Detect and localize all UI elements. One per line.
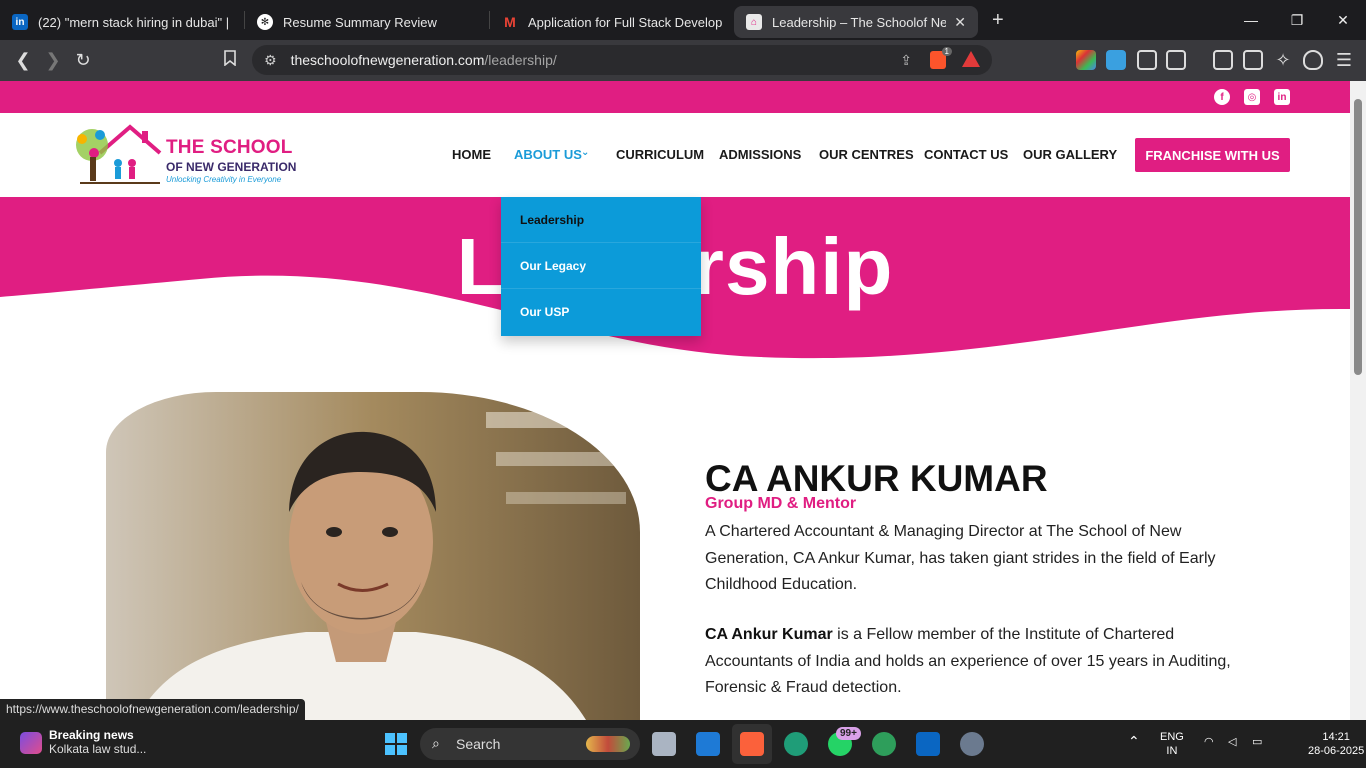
tab-title: Resume Summary Review [283, 14, 437, 30]
task-view-icon[interactable] [652, 732, 676, 756]
close-icon[interactable]: ✕ [954, 14, 966, 31]
about-us-dropdown: Leadership Our Legacy Our USP [501, 197, 701, 336]
scrollbar-thumb[interactable] [1354, 99, 1362, 375]
search-label: Search [456, 736, 501, 752]
gmail-icon: M [504, 14, 516, 30]
logo-tagline: Unlocking Creativity in Everyone [166, 175, 282, 184]
house-tree-logo-icon [76, 124, 162, 184]
nav-about-us[interactable]: ABOUT US [514, 147, 582, 162]
language-indicator[interactable]: ENG IN [1160, 730, 1184, 758]
edge-icon[interactable] [784, 732, 808, 756]
back-button[interactable]: ❮ [8, 50, 38, 71]
search-icon: ⌕ [432, 735, 440, 751]
url-path: /leadership/ [484, 52, 557, 68]
chatgpt-icon: ✻ [257, 14, 273, 30]
extension-printer-icon[interactable] [1106, 50, 1126, 70]
close-window-button[interactable]: ✕ [1320, 0, 1366, 40]
share-icon[interactable]: ⇪ [900, 52, 912, 69]
volume-icon[interactable]: ◁ [1228, 735, 1236, 749]
logo-line2: OF NEW GENERATION [166, 160, 297, 174]
leader-role: Group MD & Mentor [705, 495, 857, 512]
wallet-icon[interactable] [1243, 50, 1263, 70]
status-url: https://www.theschoolofnewgeneration.com… [0, 699, 305, 720]
restore-button[interactable]: ❐ [1274, 0, 1320, 40]
dropdown-item-our-legacy[interactable]: Our Legacy [501, 243, 701, 289]
taskbar-search[interactable]: ⌕ Search [420, 728, 640, 760]
facebook-icon[interactable]: f [1214, 89, 1230, 105]
leader-name: CA ANKUR KUMAR [705, 458, 1048, 499]
leader-bio-2-bold: CA Ankur Kumar [705, 626, 833, 643]
url-host: theschoolofnewgeneration.com [290, 52, 485, 68]
windows-taskbar: Breaking news Kolkata law stud... ⌕ Sear… [0, 720, 1366, 768]
tab-title: Application for Full Stack Developer ( [528, 14, 722, 30]
clock-date: 28-06-2025 [1308, 745, 1365, 757]
logo-line1: THE SCHOOL [166, 137, 293, 158]
shield-count-badge: 1 [941, 47, 952, 56]
nav-admissions[interactable]: ADMISSIONS [719, 147, 801, 162]
tab-title: Leadership – The Schoolof New G [772, 14, 947, 30]
mongodb-icon[interactable] [872, 732, 896, 756]
vscode-icon[interactable] [696, 732, 720, 756]
page-scrollbar[interactable] [1350, 81, 1366, 720]
reload-button[interactable]: ↻ [68, 50, 98, 71]
nav-home[interactable]: HOME [452, 147, 491, 162]
lang-line1: ENG [1160, 731, 1184, 743]
social-strip: f ◎ in [0, 81, 1350, 113]
menu-icon[interactable]: ☰ [1334, 50, 1354, 70]
dropdown-item-leadership[interactable]: Leadership [501, 197, 701, 243]
chevron-down-icon: ⌄ [581, 147, 590, 158]
sidebar-icon[interactable] [1213, 50, 1233, 70]
nav-contact-us[interactable]: CONTACT US [924, 147, 1008, 162]
linkedin-app-icon[interactable] [916, 732, 940, 756]
news-title: Breaking news [49, 728, 134, 742]
site-icon: ⌂ [746, 14, 762, 30]
browser-tab-bar: in (22) "mern stack hiring in dubai" | S… [0, 0, 1366, 40]
site-info-icon[interactable]: ⚙ [264, 52, 277, 69]
settings-icon[interactable] [960, 732, 984, 756]
leo-ai-icon[interactable]: ✧ [1273, 50, 1293, 70]
news-icon [20, 732, 42, 754]
site-logo[interactable]: THE SCHOOL OF NEW GENERATION Unlocking C… [70, 123, 300, 189]
leader-bio-2: CA Ankur Kumar is a Fellow member of the… [705, 622, 1245, 702]
site-header: THE SCHOOL OF NEW GENERATION Unlocking C… [0, 113, 1350, 197]
instagram-icon[interactable]: ◎ [1244, 89, 1260, 105]
extension-color-icon[interactable] [1076, 50, 1096, 70]
tab-linkedin[interactable]: in (22) "mern stack hiring in dubai" | S… [0, 6, 244, 38]
franchise-button[interactable]: FRANCHISE WITH US [1135, 138, 1290, 172]
browser-toolbar: ❮ ❯ ↻ ⚙ theschoolofnewgeneration.com/lea… [0, 40, 1366, 81]
extensions-puzzle-icon[interactable] [1137, 50, 1157, 70]
leader-photo [106, 392, 640, 720]
whatsapp-badge: 99+ [836, 727, 861, 740]
window-controls: — ❐ ✕ [1228, 0, 1366, 40]
dropdown-item-our-usp[interactable]: Our USP [501, 289, 701, 335]
lang-line2: IN [1166, 745, 1178, 757]
forward-button[interactable]: ❯ [38, 50, 68, 71]
url-bar[interactable]: ⚙ theschoolofnewgeneration.com/leadershi… [252, 45, 992, 75]
tab-title: (22) "mern stack hiring in dubai" | Sea [38, 14, 232, 30]
clock[interactable]: 14:21 28-06-2025 [1308, 730, 1364, 758]
news-subtitle: Kolkata law stud... [49, 742, 147, 756]
windows-start-icon[interactable] [384, 732, 408, 756]
nav-curriculum[interactable]: CURRICULUM [616, 147, 704, 162]
vpn-icon[interactable] [1303, 50, 1323, 70]
linkedin-icon[interactable]: in [1274, 89, 1290, 105]
minimize-button[interactable]: — [1228, 0, 1274, 40]
linkedin-icon: in [12, 14, 28, 30]
brave-rewards-icon[interactable] [962, 51, 980, 67]
nav-our-gallery[interactable]: OUR GALLERY [1023, 147, 1117, 162]
leader-bio-1: A Chartered Accountant & Managing Direct… [705, 523, 1216, 593]
new-tab-button[interactable]: + [992, 9, 1004, 32]
search-highlight-icon [586, 736, 630, 752]
tab-leadership[interactable]: ⌂ Leadership – The Schoolof New G ✕ [734, 6, 978, 38]
nav-our-centres[interactable]: OUR CENTRES [819, 147, 914, 162]
chevron-up-icon[interactable]: ⌃ [1128, 734, 1140, 748]
reading-icon[interactable] [1166, 50, 1186, 70]
bookmark-icon[interactable] [215, 50, 245, 71]
news-widget[interactable]: Breaking news Kolkata law stud... [14, 728, 146, 756]
battery-icon[interactable]: ▭ [1252, 735, 1262, 749]
clock-time: 14:21 [1322, 731, 1350, 743]
tab-resume[interactable]: ✻ Resume Summary Review [245, 6, 489, 38]
tab-gmail[interactable]: M Application for Full Stack Developer ( [490, 6, 734, 38]
wifi-icon[interactable]: ◠ [1204, 735, 1214, 749]
